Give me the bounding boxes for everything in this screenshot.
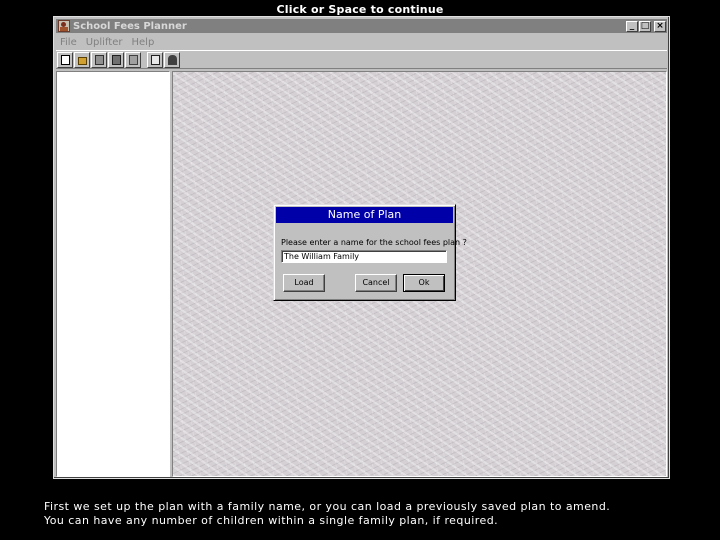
menu-uplifter[interactable]: Uplifter [82,37,128,48]
print-setup-button[interactable] [91,51,107,68]
menu-file[interactable]: File [56,37,82,48]
printer-icon [95,54,104,65]
minimize-button[interactable]: _ [626,20,638,32]
dialog-title: Name of Plan [276,207,453,223]
caption: First we set up the plan with a family n… [44,500,704,528]
maximize-button[interactable]: □ [639,20,651,32]
side-panel[interactable] [56,71,170,477]
plan-name-input[interactable]: The William Family [281,250,447,263]
app-icon[interactable] [58,20,70,32]
cancel-button[interactable]: Cancel [355,274,397,292]
printer-icon [129,54,138,65]
new-file-button[interactable] [57,51,73,68]
print-button[interactable] [125,51,141,68]
save-button[interactable] [108,51,124,68]
load-button[interactable]: Load [283,274,325,292]
close-button[interactable]: × [654,20,666,32]
continue-hint[interactable]: Click or Space to continue [0,3,720,16]
caption-line-2: You can have any number of children with… [44,514,499,527]
toolbar [56,50,667,69]
folder-icon [78,56,87,65]
page-icon [61,54,70,65]
dialog-prompt: Please enter a name for the school fees … [281,238,467,247]
title-bar: School Fees Planner _ □ × [56,19,667,33]
window-title: School Fees Planner [73,20,187,32]
menu-help[interactable]: Help [128,37,160,48]
menu-bar: File Uplifter Help [56,35,667,49]
open-button[interactable] [74,51,90,68]
ok-button[interactable]: Ok [403,274,445,292]
exit-button[interactable] [164,51,180,68]
window-controls: _ □ × [626,20,666,32]
caption-line-1: First we set up the plan with a family n… [44,500,611,513]
disk-icon [112,54,121,65]
name-of-plan-dialog: Name of Plan Please enter a name for the… [273,204,467,301]
help-button[interactable] [147,51,163,68]
door-icon [168,54,177,65]
book-icon [151,54,160,65]
